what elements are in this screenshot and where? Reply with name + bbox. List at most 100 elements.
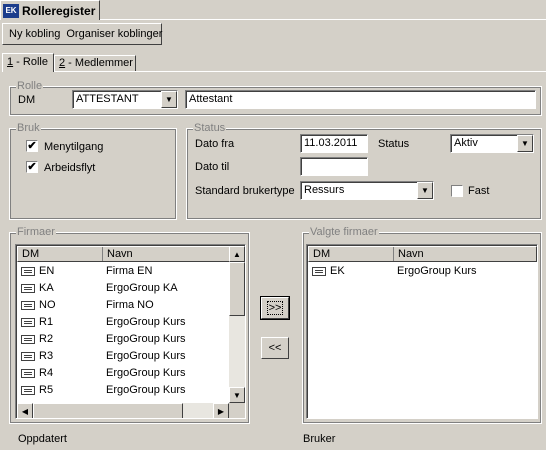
firms-row[interactable]: R5 ErgoGroup Kurs — [17, 382, 230, 399]
firms-col-dm[interactable]: DM — [18, 247, 103, 261]
menu-access-label: Menytilgang — [44, 141, 104, 153]
toolbar: Ny kobling Organiser koblinger — [2, 23, 162, 45]
firms-vscroll-thumb[interactable] — [229, 262, 245, 316]
record-icon — [312, 267, 326, 276]
rolle-legend: Rolle — [16, 80, 44, 92]
firms-row[interactable]: R4 ErgoGroup Kurs — [17, 365, 230, 382]
record-icon — [21, 267, 35, 276]
add-firm-button[interactable]: >> — [260, 296, 290, 320]
scroll-corner — [229, 403, 245, 418]
firms-row[interactable]: NO Firma NO — [17, 297, 230, 314]
firms-row-name: Firma NO — [106, 299, 154, 311]
remove-firm-button[interactable]: << — [261, 337, 289, 359]
firms-row[interactable]: R1 ErgoGroup Kurs — [17, 314, 230, 331]
status-legend: Status — [193, 122, 227, 134]
workflow-checkbox[interactable]: ✔ — [26, 161, 38, 173]
record-icon — [21, 386, 35, 395]
remove-firm-label: << — [268, 342, 282, 354]
firms-row[interactable]: KA ErgoGroup KA — [17, 280, 230, 297]
new-link-button[interactable]: Ny kobling — [9, 28, 60, 40]
tab-medlemmer[interactable]: 2 - Medlemmer — [54, 55, 136, 72]
chevron-down-icon[interactable]: ▼ — [417, 182, 433, 199]
status-select[interactable]: Aktiv ▼ — [450, 134, 534, 153]
scroll-left-icon[interactable]: ◀ — [17, 403, 33, 418]
bruk-legend: Bruk — [16, 122, 41, 134]
selected-legend: Valgte firmaer — [309, 226, 379, 238]
selected-rows: EK ErgoGroup Kurs — [308, 263, 537, 280]
scroll-right-icon[interactable]: ▶ — [213, 403, 229, 418]
tab-rolle-label: - Rolle — [13, 56, 48, 68]
user-type-value: Ressurs — [304, 184, 345, 196]
record-icon — [21, 318, 35, 327]
status-label: Status — [378, 138, 410, 150]
firms-hscroll[interactable]: ◀ ▶ — [17, 403, 229, 418]
scroll-up-icon[interactable]: ▲ — [229, 246, 245, 262]
chevron-down-icon[interactable]: ▼ — [161, 91, 177, 108]
rolle-dm-label: DM — [18, 94, 36, 106]
user-label: Bruker — [303, 433, 336, 445]
firms-row[interactable]: EN Firma EN — [17, 263, 230, 280]
firms-row-dm: R3 — [39, 350, 54, 362]
record-icon — [21, 284, 35, 293]
selected-row-dm: EK — [330, 265, 345, 277]
firms-row-name: ErgoGroup Kurs — [106, 333, 186, 345]
firms-row-name: ErgoGroup Kurs — [106, 367, 186, 379]
firms-row-dm: R2 — [39, 333, 54, 345]
tab-rolle[interactable]: 1 - Rolle — [2, 53, 54, 72]
fixed-label: Fast — [468, 185, 490, 197]
tab-medlemmer-label: - Medlemmer — [65, 57, 133, 69]
firms-row-name: ErgoGroup Kurs — [106, 384, 186, 396]
firms-row-name: Firma EN — [106, 265, 153, 277]
firms-hscroll-thumb[interactable] — [33, 403, 183, 418]
firms-row-dm: R1 — [39, 316, 54, 328]
user-type-label: Standard brukertype — [195, 185, 295, 197]
date-from-label: Dato fra — [195, 138, 235, 150]
selected-row-name: ErgoGroup Kurs — [397, 265, 477, 277]
firms-rows: EN Firma EN KA ErgoGroup KA NO Firma NO R1 Ergo… — [17, 263, 230, 399]
date-from-input[interactable]: 11.03.2011 — [300, 134, 368, 153]
workflow-label: Arbeidsflyt — [44, 162, 96, 174]
selected-row[interactable]: EK ErgoGroup Kurs — [308, 263, 537, 280]
firms-legend: Firmaer — [16, 226, 56, 238]
fixed-checkbox[interactable] — [451, 185, 463, 197]
date-to-label: Dato til — [195, 161, 230, 173]
organize-links-button[interactable]: Organiser koblinger — [66, 28, 162, 40]
firms-row-dm: R5 — [39, 384, 54, 396]
firms-col-name[interactable]: Navn — [103, 247, 133, 261]
user-type-select[interactable]: Ressurs ▼ — [300, 181, 434, 200]
selected-col-dm[interactable]: DM — [309, 247, 394, 261]
firms-list[interactable]: DM Navn EN Firma EN KA ErgoGroup KA NO Firma … — [15, 244, 246, 419]
firms-row-name: ErgoGroup KA — [106, 282, 178, 294]
firms-vscroll[interactable]: ▲ ▼ — [229, 246, 245, 403]
window-title: Rolleregister — [22, 3, 96, 18]
status-value: Aktiv — [454, 137, 478, 149]
record-icon — [21, 369, 35, 378]
selected-col-name[interactable]: Navn — [394, 247, 424, 261]
tab-panel-border — [54, 71, 546, 72]
firms-row-name: ErgoGroup Kurs — [106, 316, 186, 328]
firms-row[interactable]: R2 ErgoGroup Kurs — [17, 331, 230, 348]
scroll-down-icon[interactable]: ▼ — [229, 387, 245, 403]
app-logo-icon: EK — [3, 3, 19, 18]
record-icon — [21, 352, 35, 361]
record-icon — [21, 301, 35, 310]
date-from-value: 11.03.2011 — [304, 137, 358, 149]
firms-row-dm: NO — [39, 299, 56, 311]
rolle-dm-value: ATTESTANT — [76, 93, 139, 105]
firms-row-name: ErgoGroup Kurs — [106, 350, 186, 362]
menu-access-checkbox[interactable]: ✔ — [26, 140, 38, 152]
rolle-dm-select[interactable]: ATTESTANT ▼ — [72, 90, 178, 109]
selected-list[interactable]: DM Navn EK ErgoGroup Kurs — [306, 244, 538, 419]
firms-row-dm: R4 — [39, 367, 54, 379]
date-to-input[interactable] — [300, 157, 368, 176]
window-tab[interactable]: EK Rolleregister — [0, 0, 100, 20]
firms-row-dm: KA — [39, 282, 54, 294]
rolle-name-input[interactable]: Attestant — [185, 90, 536, 109]
firms-row[interactable]: R3 ErgoGroup Kurs — [17, 348, 230, 365]
rolle-name-value: Attestant — [189, 93, 233, 105]
firms-list-header: DM Navn — [17, 246, 230, 262]
firms-row-dm: EN — [39, 265, 55, 277]
title-divider — [100, 19, 546, 20]
selected-list-header: DM Navn — [308, 246, 537, 262]
chevron-down-icon[interactable]: ▼ — [517, 135, 533, 152]
